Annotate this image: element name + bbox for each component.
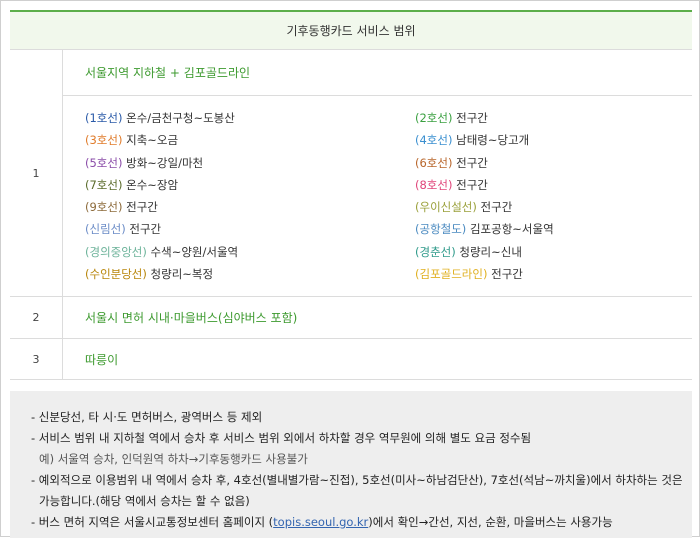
subway-line-item: (5호선) 방화~강일/마천 [85,152,415,174]
line-area: 청량리~신내 [459,244,522,259]
row-content: 서울지역 지하철 + 김포골드라인 (1호선) 온수/금천구청~도봉산 (3호선)… [63,50,692,296]
note-item-continued: 가능합니다.(해당 역에서 승차는 할 수 없음) [39,494,250,508]
line-name: (2호선) [415,111,453,125]
table-title: 기후동행카드 서비스 범위 [286,24,416,38]
note-text: )에서 확인→간선, 지선, 순환, 마을버스는 사용가능 [368,515,613,529]
line-name: (김포골드라인) [415,267,488,282]
line-area: 수색~양원/서울역 [150,244,239,259]
line-area: 전구간 [456,155,488,170]
line-area: 남태령~당고개 [456,133,530,148]
note-text: - 버스 면허 지역은 서울시교통정보센터 홈페이지 ( [31,515,274,529]
topis-link[interactable]: topis.seoul.go.kr [273,515,368,529]
line-area: 전구간 [129,222,162,237]
line-name: (1호선) [85,111,123,125]
row-title-cell: 서울지역 지하철 + 김포골드라인 [63,50,692,96]
subway-line-item: (경춘선) 청량리~신내 [415,241,692,263]
line-name: (수인분당선) [85,267,147,282]
row-number: 1 [10,50,63,296]
row-content: 따릉이 [63,339,692,379]
line-name: (경의중앙선) [85,244,147,259]
line-area: 전구간 [480,200,513,215]
subway-line-item: (신림선) 전구간 [85,218,415,240]
line-name: (6호선) [415,155,453,170]
note-item: - 서비스 범위 내 지하철 역에서 승차 후 서비스 범위 외에서 하차할 경… [31,431,532,445]
subway-line-item: (수인분당선) 청량리~복정 [85,263,415,285]
subway-lines: (1호선) 온수/금천구청~도봉산 (3호선) 지축~오금 (5호선) 방화~강일/… [63,96,692,296]
subway-line-item: (김포골드라인) 전구간 [415,263,692,285]
line-name: (3호선) [85,133,123,148]
row-title: 따릉이 [85,352,119,367]
note-example: 예) 서울역 승차, 인덕원역 하차→기후동행카드 사용불가 [39,452,308,466]
line-area: 전구간 [456,111,488,125]
subway-line-item: (8호선) 전구간 [415,174,692,196]
row-title: 서울시 면허 시내·마을버스(심야버스 포함) [85,311,298,325]
subway-lines-left: (1호선) 온수/금천구청~도봉산 (3호선) 지축~오금 (5호선) 방화~강일/… [85,107,415,296]
subway-line-item: (2호선) 전구간 [415,107,692,129]
row-number: 2 [10,297,63,338]
table-header: 기후동행카드 서비스 범위 [10,12,692,50]
service-range-table: 기후동행카드 서비스 범위 1 서울지역 지하철 + 김포골드라인 (1호선) … [10,10,692,380]
line-area: 방화~강일/마천 [126,155,204,170]
line-name: (8호선) [415,177,453,192]
subway-line-item: (7호선) 온수~장암 [85,174,415,196]
line-name: (4호선) [415,133,453,148]
line-area: 전구간 [456,177,488,192]
row-content: 서울시 면허 시내·마을버스(심야버스 포함) [63,297,692,338]
line-name: (5호선) [85,155,123,170]
table-row: 2 서울시 면허 시내·마을버스(심야버스 포함) [10,297,692,339]
row-title: 서울지역 지하철 + 김포골드라인 [85,66,251,80]
line-name: (공항철도) [415,222,467,237]
line-name: (경춘선) [415,244,456,259]
line-area: 김포공항~서울역 [469,222,554,237]
subway-line-item: (6호선) 전구간 [415,152,692,174]
line-area: 온수/금천구청~도봉산 [126,111,235,125]
line-area: 청량리~복정 [150,267,214,282]
line-area: 온수~장암 [126,177,179,192]
subway-line-item: (3호선) 지축~오금 [85,129,415,151]
note-item: - 예외적으로 이용범위 내 역에서 승차 후, 4호선(별내별가람~진접), … [31,473,683,487]
subway-lines-right: (2호선) 전구간 (4호선) 남태령~당고개 (6호선) 전구간 (8호선) 전구간… [415,107,692,296]
subway-line-item: (공항철도) 김포공항~서울역 [415,218,692,240]
row-number: 3 [10,339,63,379]
subway-line-item: (경의중앙선) 수색~양원/서울역 [85,241,415,263]
line-area: 전구간 [491,267,523,282]
line-area: 지축~오금 [126,133,179,148]
subway-line-item: (4호선) 남태령~당고개 [415,129,692,151]
line-name: (9호선) [85,200,123,215]
note-item: - 신분당선, 타 시·도 면허버스, 광역버스 등 제외 [31,410,263,424]
table-row: 3 따릉이 [10,339,692,380]
note-item: - 버스 면허 지역은 서울시교통정보센터 홈페이지 (topis.seoul.… [31,512,692,533]
subway-line-item: (우이신설선) 전구간 [415,196,692,218]
page-frame: 기후동행카드 서비스 범위 1 서울지역 지하철 + 김포골드라인 (1호선) … [0,0,700,538]
line-name: (7호선) [85,177,123,192]
line-name: (신림선) [85,222,126,237]
line-name: (우이신설선) [415,200,477,215]
subway-line-item: (1호선) 온수/금천구청~도봉산 [85,107,415,129]
line-area: 전구간 [126,200,158,215]
table-row: 1 서울지역 지하철 + 김포골드라인 (1호선) 온수/금천구청~도봉산 (3호… [10,50,692,297]
notes-box: - 신분당선, 타 시·도 면허버스, 광역버스 등 제외 - 서비스 범위 내… [10,391,692,538]
subway-line-item: (9호선) 전구간 [85,196,415,218]
